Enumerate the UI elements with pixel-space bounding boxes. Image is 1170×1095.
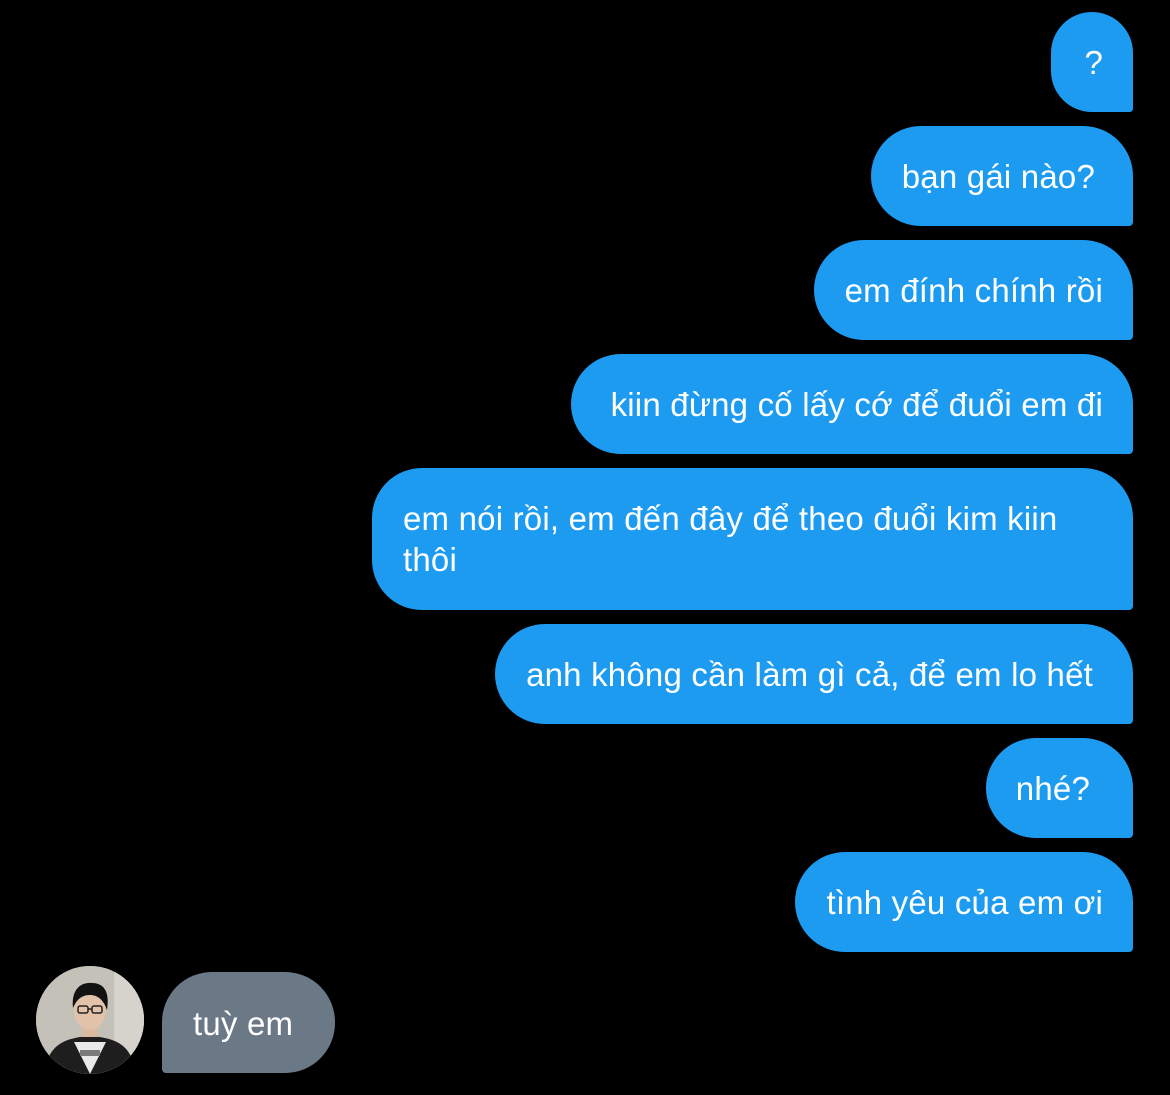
- message-text: bạn gái nào?: [901, 158, 1095, 195]
- sent-message-bubble[interactable]: em nói rồi, em đến đây để theo đuổi kim …: [372, 468, 1133, 610]
- sent-message-bubble[interactable]: bạn gái nào?: [870, 126, 1133, 226]
- message-text: em đính chính rồi: [844, 272, 1103, 309]
- message-thread: ? bạn gái nào? em đính chính rồi kiin đừ…: [0, 0, 1170, 1095]
- message-text: nhé?: [1015, 770, 1090, 807]
- user-avatar-photo-icon: [36, 966, 144, 1074]
- message-text: tình yêu của em ơi: [826, 884, 1103, 921]
- sent-message-bubble[interactable]: ?: [1051, 12, 1133, 112]
- message-text: ?: [1084, 44, 1103, 81]
- sent-message-bubble[interactable]: em đính chính rồi: [813, 240, 1133, 340]
- sent-message-bubble[interactable]: kiin đừng cố lấy cớ để đuổi em đi: [570, 354, 1133, 454]
- sent-message-bubble[interactable]: tình yêu của em ơi: [795, 852, 1133, 952]
- message-text: em nói rồi, em đến đây để theo đuổi kim …: [403, 500, 1058, 578]
- sent-message-bubble[interactable]: nhé?: [985, 738, 1133, 838]
- avatar[interactable]: [36, 966, 144, 1074]
- message-text: anh không cần làm gì cả, để em lo hết: [526, 656, 1093, 693]
- message-text: tuỳ em: [193, 1005, 294, 1042]
- message-text: kiin đừng cố lấy cớ để đuổi em đi: [610, 386, 1103, 423]
- sent-message-bubble[interactable]: anh không cần làm gì cả, để em lo hết: [495, 624, 1133, 724]
- received-message-bubble[interactable]: tuỳ em: [162, 972, 335, 1073]
